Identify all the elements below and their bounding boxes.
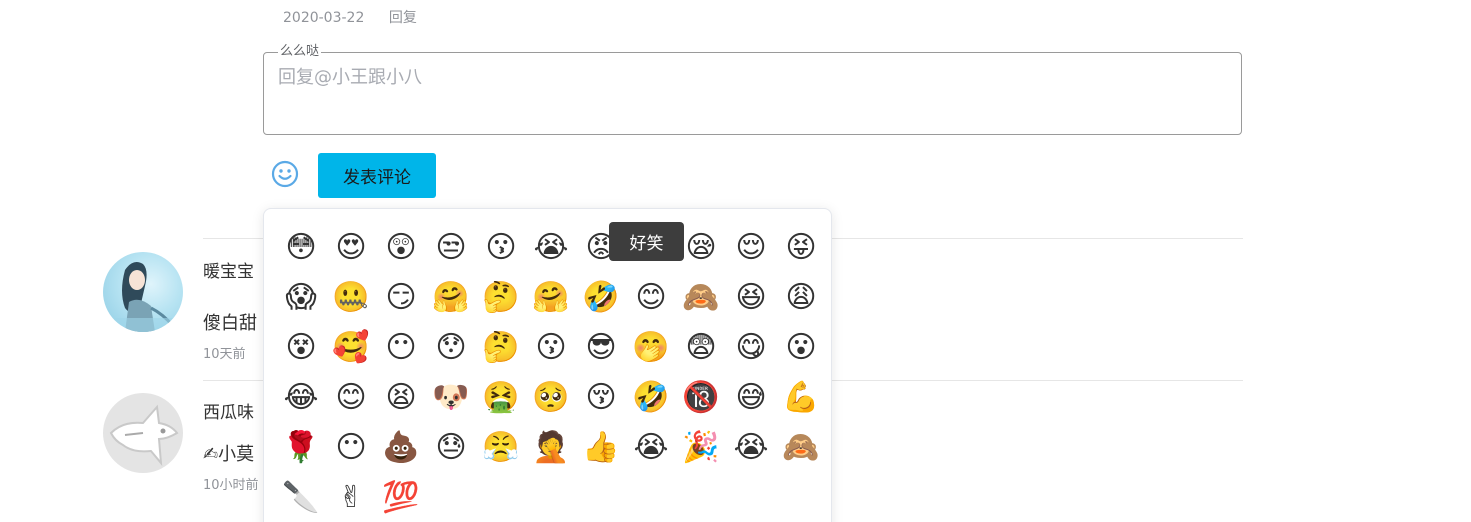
smile-icon[interactable] (271, 160, 299, 188)
emoji-item[interactable]: 🐶 (426, 373, 476, 423)
emoji-item[interactable]: 🙈 (776, 423, 826, 473)
emoji-item[interactable]: 🤐 (326, 273, 376, 323)
emoji-item[interactable]: 😶 (326, 423, 376, 473)
emoji-item[interactable]: 🥺 (526, 373, 576, 423)
emoji-item[interactable]: 😝 (776, 223, 826, 273)
reply-fieldset: 么么哒 (263, 45, 1242, 135)
emoji-item[interactable]: 🤦 (526, 423, 576, 473)
emoji-item[interactable]: 😍 (326, 223, 376, 273)
emoji-item[interactable]: 😚 (576, 373, 626, 423)
emoji-item[interactable]: 😤 (476, 423, 526, 473)
emoji-item[interactable]: 🤣 (576, 273, 626, 323)
emoji-item[interactable]: 😅 (726, 373, 776, 423)
emoji-item[interactable]: 😱 (276, 273, 326, 323)
emoji-item[interactable]: 😆 (726, 273, 776, 323)
emoji-item[interactable]: 💪 (776, 373, 826, 423)
emoji-tooltip: 好笑 (609, 222, 684, 261)
emoji-item[interactable]: 😓 (426, 423, 476, 473)
emoji-item[interactable]: 🎉 (676, 423, 726, 473)
emoji-item[interactable]: 😭 (626, 423, 676, 473)
emoji-item[interactable]: 😶 (376, 323, 426, 373)
emoji-item[interactable]: 💯 (376, 473, 426, 522)
emoji-item[interactable]: ✌ (326, 473, 376, 522)
emoji-item[interactable]: 😵 (276, 323, 326, 373)
emoji-item[interactable]: 🤗 (426, 273, 476, 323)
emoji-item[interactable]: 🤭 (626, 323, 676, 373)
emoji-item[interactable]: 🤗 (526, 273, 576, 323)
comment-time: 10小时前 (203, 478, 259, 493)
emoji-item[interactable]: 🙈 (676, 273, 726, 323)
emoji-item[interactable]: 😏 (376, 273, 426, 323)
emoji-item[interactable]: 😊 (626, 273, 676, 323)
comment-text: ✍小莫 (203, 444, 255, 465)
emoji-item[interactable]: 😫 (376, 373, 426, 423)
emoji-item[interactable]: 👍 (576, 423, 626, 473)
emoji-item[interactable]: 😗 (476, 223, 526, 273)
emoji-item[interactable]: 🤣 (626, 373, 676, 423)
comment-author[interactable]: 西瓜味 (203, 398, 254, 423)
emoji-item[interactable]: 😭 (526, 223, 576, 273)
emoji-item[interactable]: 🌹 (276, 423, 326, 473)
emoji-item[interactable]: 🔪 (276, 473, 326, 522)
emoji-item[interactable]: 🤮 (476, 373, 526, 423)
previous-comment-meta: 2020-03-22 回复 (283, 7, 417, 27)
comment-section: 2020-03-22 回复 么么哒 发表评论 暖宝宝 傻白甜 10天前 (0, 0, 1471, 522)
emoji-grid: 😳😍😲😒😗😭😡😂😪😌😝😱🤐😏🤗🤔🤗🤣😊🙈😆😩😵🥰😶😯🤔😗😎🤭😨😋😮😂😊😫🐶🤮🥺😚… (276, 223, 826, 522)
emoji-item[interactable]: 🥰 (326, 323, 376, 373)
emoji-item[interactable]: 😮 (776, 323, 826, 373)
reply-input[interactable] (278, 63, 1227, 125)
emoji-picker-panel: 😳😍😲😒😗😭😡😂😪😌😝😱🤐😏🤗🤔🤗🤣😊🙈😆😩😵🥰😶😯🤔😗😎🤭😨😋😮😂😊😫🐶🤮🥺😚… (263, 208, 832, 522)
comment-author[interactable]: 暖宝宝 (203, 257, 254, 282)
emoji-item[interactable]: 😎 (576, 323, 626, 373)
emoji-item[interactable]: 🔞 (676, 373, 726, 423)
emoji-item[interactable]: 😂 (276, 373, 326, 423)
reply-fieldset-legend: 么么哒 (280, 44, 320, 59)
emoji-item[interactable]: 😒 (426, 223, 476, 273)
avatar[interactable] (103, 252, 183, 332)
emoji-item[interactable]: 😨 (676, 323, 726, 373)
emoji-item[interactable]: 😋 (726, 323, 776, 373)
emoji-item[interactable]: 😯 (426, 323, 476, 373)
emoji-item[interactable]: 🤔 (476, 273, 526, 323)
emoji-item[interactable]: 😗 (526, 323, 576, 373)
comment-time: 10天前 (203, 347, 246, 362)
emoji-item[interactable]: 😩 (776, 273, 826, 323)
default-cat-avatar-icon (109, 404, 179, 467)
emoji-item[interactable]: 😊 (326, 373, 376, 423)
emoji-item[interactable]: 💩 (376, 423, 426, 473)
emoji-item[interactable]: 😌 (726, 223, 776, 273)
emoji-item[interactable]: 🤔 (476, 323, 526, 373)
comment-date: 2020-03-22 (283, 10, 365, 26)
reply-link[interactable]: 回复 (389, 10, 417, 26)
avatar[interactable] (103, 393, 183, 473)
emoji-item[interactable]: 😭 (726, 423, 776, 473)
anime-girl-avatar-icon (103, 262, 183, 332)
post-comment-button[interactable]: 发表评论 (318, 153, 436, 198)
comment-text: 傻白甜 (203, 313, 257, 334)
emoji-item[interactable]: 😳 (276, 223, 326, 273)
emoji-item[interactable]: 😲 (376, 223, 426, 273)
